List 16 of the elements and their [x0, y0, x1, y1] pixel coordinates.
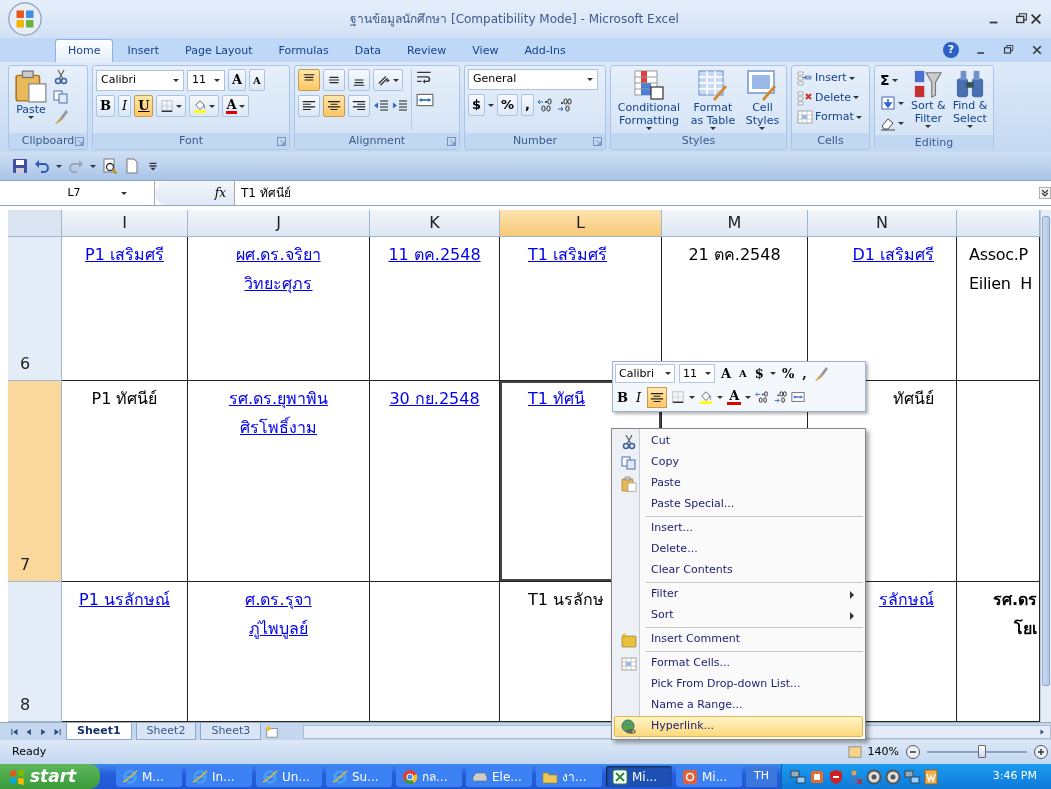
cell-text: ทัศนีย์ [893, 388, 934, 410]
clock: 3:46 PM [992, 768, 1038, 785]
group-label: Editing [914, 134, 954, 151]
group-label: Clipboard [21, 132, 75, 149]
cell-text: 21 ตค.2548 [688, 244, 781, 266]
group-label: Cells [817, 132, 844, 149]
cell-text: รศ.ดร โยเ [992, 589, 1037, 640]
cell-text: P1 ทัศนีย์ [91, 388, 158, 410]
group-label: Alignment [348, 132, 406, 149]
cell-text: Assoc.P Eilien H [969, 244, 1032, 295]
group-label: Font [179, 132, 203, 149]
group-label: Styles [681, 132, 716, 149]
status-text: Ready [12, 743, 47, 760]
window-title: ฐานข้อมูลนักศึกษา [Compatibility Mode] - Microsoft Excel [349, 11, 680, 28]
cell-text: T1 นรลักษ [528, 589, 605, 611]
group-label: Number [512, 132, 558, 149]
